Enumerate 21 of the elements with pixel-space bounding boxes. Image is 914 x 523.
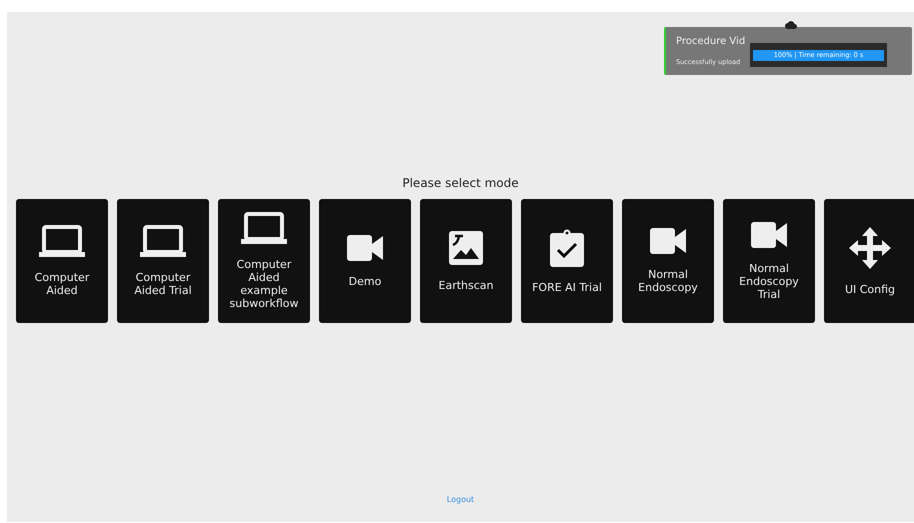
cloud-icon	[785, 21, 797, 29]
toast-title: Procedure Vid	[676, 36, 746, 47]
prompt-text: Please select mode	[402, 176, 519, 190]
mode-card[interactable]: Computer Aided Trial	[117, 199, 209, 323]
mode-card[interactable]: Demo	[319, 199, 411, 323]
mode-card[interactable]: FORE AI Trial	[521, 199, 613, 323]
image-icon	[449, 230, 483, 264]
laptop-icon	[39, 225, 85, 257]
video-camera-icon	[347, 234, 383, 260]
laptop-icon	[241, 212, 287, 244]
mode-card[interactable]: Earthscan	[420, 199, 512, 323]
mode-card[interactable]: Computer Aided	[16, 199, 108, 323]
video-camera-icon	[650, 228, 686, 254]
mode-card[interactable]: Normal Endoscopy	[622, 199, 714, 323]
laptop-icon	[140, 225, 186, 257]
move-arrows-icon	[849, 226, 891, 268]
mode-card[interactable]: Normal Endoscopy Trial	[723, 199, 815, 323]
mode-card[interactable]: UI Config	[824, 199, 914, 323]
clipboard-check-icon	[550, 228, 584, 266]
mode-card[interactable]: Computer Aided example subworkflow	[218, 199, 310, 323]
video-camera-icon	[751, 222, 787, 248]
